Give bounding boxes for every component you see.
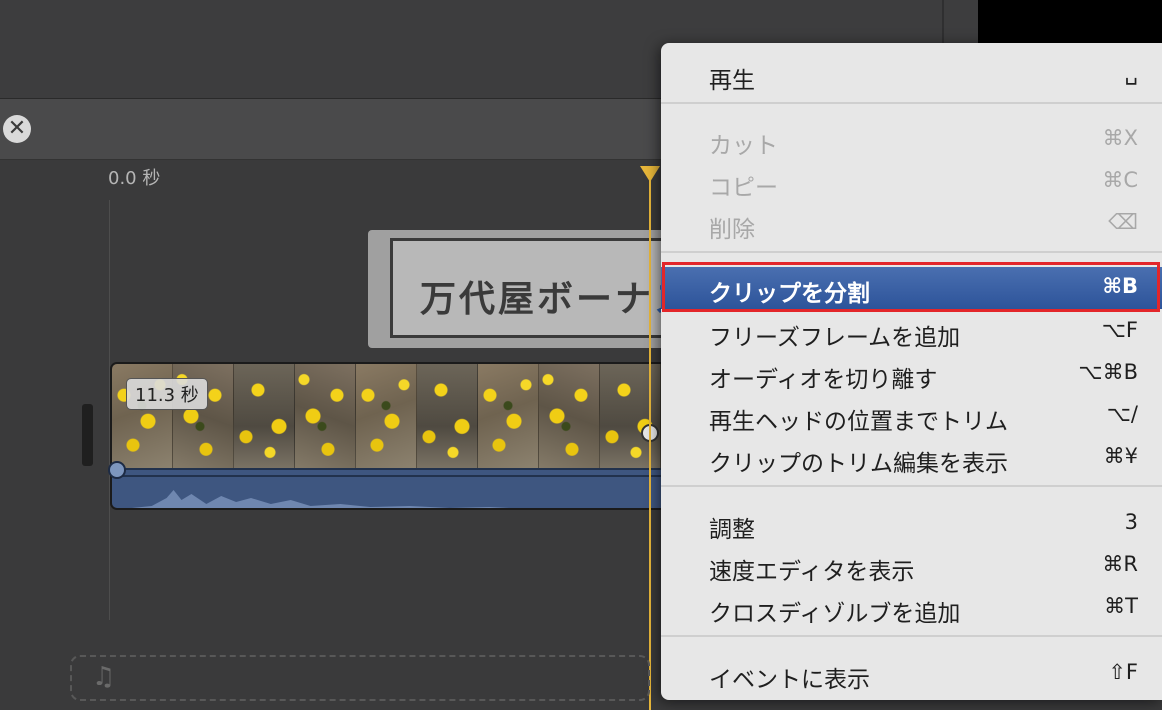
clip-thumbnail	[234, 364, 295, 468]
clip-duration-badge: 11.3 秒	[126, 378, 208, 410]
waveform-graphic	[112, 475, 668, 508]
clip-thumbnail	[356, 364, 417, 468]
menu-item-copy: コピー ⌘C	[661, 161, 1162, 203]
menu-item-label: 削除	[709, 217, 755, 243]
menu-item-label: クリップを分割	[709, 281, 870, 307]
menu-item-label: カット	[709, 133, 778, 159]
menu-separator	[661, 251, 1162, 253]
video-clip[interactable]: 11.3 秒	[110, 362, 670, 510]
menu-item-shortcut: ⌥F	[1101, 318, 1138, 342]
menu-item-adjust[interactable]: 調整 3	[661, 503, 1162, 545]
audio-volume-handle[interactable]	[108, 461, 126, 479]
menu-item-label: クリップのトリム編集を表示	[709, 451, 1008, 477]
timeline-start-time: 0.0 秒	[108, 168, 161, 189]
menu-item-label: フリーズフレームを追加	[709, 325, 961, 351]
menu-item-shortcut: ⌘¥	[1103, 444, 1138, 468]
menu-item-shortcut: ⌘T	[1104, 594, 1138, 618]
menu-item-reveal-in-event[interactable]: イベントに表示 ⇧F	[661, 653, 1162, 695]
menu-item-label: 再生	[709, 68, 755, 94]
clip-thumbnail	[478, 364, 539, 468]
clip-thumbnail	[539, 364, 600, 468]
menu-item-shortcut: ⌘C	[1102, 168, 1138, 192]
menu-item-label: イベントに表示	[709, 667, 870, 693]
menu-item-play[interactable]: 再生 ␣	[661, 54, 1162, 96]
menu-item-speed-editor[interactable]: 速度エディタを表示 ⌘R	[661, 545, 1162, 587]
menu-item-shortcut: ⌘B	[1102, 274, 1139, 298]
menu-item-shortcut: ⌘R	[1102, 552, 1138, 576]
menu-item-label: 調整	[709, 517, 755, 543]
menu-separator	[661, 102, 1162, 104]
menu-item-label: 速度エディタを表示	[709, 559, 915, 585]
menu-item-split-clip[interactable]: クリップを分割 ⌘B	[661, 267, 1162, 309]
menu-item-show-clip-trimmer[interactable]: クリップのトリム編集を表示 ⌘¥	[661, 437, 1162, 479]
watermark-text: 万代屋ボーナス	[420, 270, 693, 322]
clip-thumbnail	[295, 364, 356, 468]
music-note-icon: ♫	[92, 662, 116, 692]
menu-item-shortcut: ␣	[1124, 61, 1138, 85]
menu-item-delete: 削除 ⌫	[661, 203, 1162, 245]
clip-thumbnail	[600, 364, 661, 468]
playhead-handle[interactable]	[640, 166, 660, 182]
menu-item-freeze-frame[interactable]: フリーズフレームを追加 ⌥F	[661, 311, 1162, 353]
menu-item-label: オーディオを切り離す	[709, 367, 938, 393]
menu-item-shortcut: ⌫	[1108, 210, 1138, 234]
menu-item-label: 再生ヘッドの位置までトリム	[709, 409, 1008, 435]
menu-item-shortcut: ⌘X	[1102, 126, 1138, 150]
watermark-main: 万代屋ボーナ	[420, 279, 655, 320]
menu-item-trim-to-playhead[interactable]: 再生ヘッドの位置までトリム ⌥/	[661, 395, 1162, 437]
menu-separator	[661, 635, 1162, 637]
timeline-scroll-handle[interactable]	[82, 404, 93, 466]
audio-waveform[interactable]	[112, 468, 668, 508]
playhead-line[interactable]	[649, 174, 651, 710]
menu-item-cross-dissolve[interactable]: クロスディゾルブを追加 ⌘T	[661, 587, 1162, 629]
close-icon[interactable]: ✕	[3, 115, 31, 143]
menu-item-detach-audio[interactable]: オーディオを切り離す ⌥⌘B	[661, 353, 1162, 395]
menu-separator	[661, 485, 1162, 487]
menu-item-shortcut: ⌥/	[1106, 402, 1138, 426]
music-drop-zone[interactable]	[70, 655, 650, 701]
menu-item-label: コピー	[709, 175, 778, 201]
context-menu: 再生 ␣ カット ⌘X コピー ⌘C 削除 ⌫ クリップを分割 ⌘B フリーズフ…	[661, 43, 1162, 700]
menu-item-shortcut: ⇧F	[1108, 660, 1138, 684]
clip-thumbnail	[417, 364, 478, 468]
menu-item-shortcut: 3	[1124, 510, 1138, 534]
menu-item-label: クロスディゾルブを追加	[709, 601, 961, 627]
menu-item-shortcut: ⌥⌘B	[1078, 360, 1138, 384]
menu-item-cut: カット ⌘X	[661, 119, 1162, 161]
